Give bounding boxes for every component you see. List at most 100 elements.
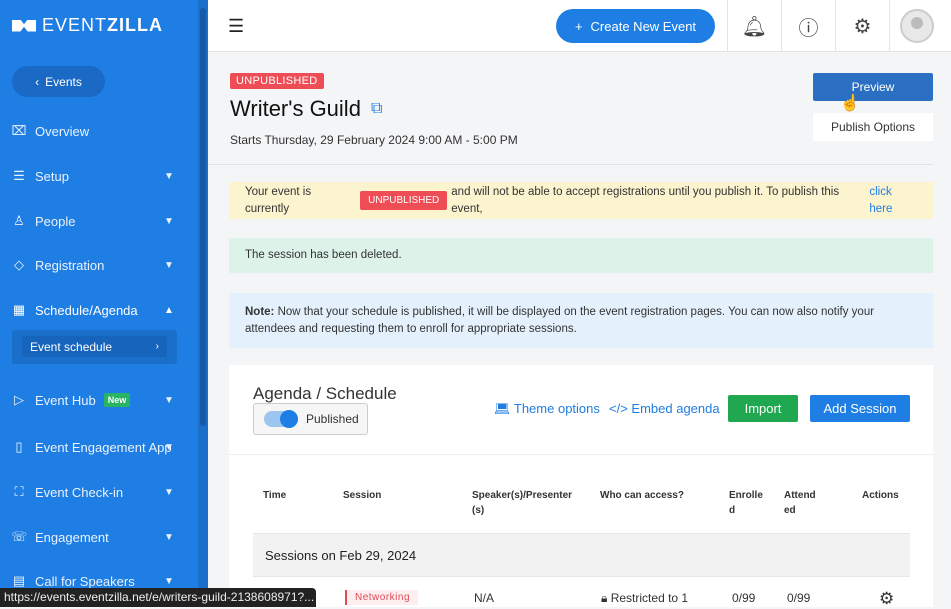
sidebar-item-label: Overview: [35, 123, 90, 139]
chevron-down-icon: ▼: [164, 441, 174, 453]
import-button[interactable]: Import: [728, 395, 798, 422]
sidebar-item-people[interactable]: ♙ People ▼: [0, 206, 198, 236]
chevron-up-icon: ▲: [164, 304, 174, 316]
session-tag: Networking: [345, 590, 419, 605]
sidebar-item-event-hub[interactable]: ▷ Event Hub New ▼: [0, 385, 198, 415]
page-scrollbar[interactable]: [933, 52, 951, 607]
chevron-down-icon: ▼: [164, 394, 174, 406]
chevron-down-icon: ▼: [164, 486, 174, 498]
sidebar-item-label: Event Check-in: [35, 484, 124, 500]
eventzilla-logo[interactable]: EVENT ZILLA: [12, 15, 163, 36]
sidebar-item-label: Event Hub: [35, 392, 96, 408]
hamburger-menu-icon[interactable]: ☰: [228, 16, 244, 37]
back-to-events-button[interactable]: ‹ Events: [12, 66, 105, 97]
sidebar-scrollbar-thumb[interactable]: [200, 8, 206, 426]
status-bar-url: https://events.eventzilla.net/e/writers-…: [0, 588, 316, 607]
sidebar-item-engagement[interactable]: ☏ Engagement ▼: [0, 522, 198, 552]
sliders-icon: ☰: [13, 168, 25, 183]
subitem-label: Event schedule: [30, 339, 113, 354]
logo-text: EVENT: [42, 15, 108, 35]
chat-icon: ☏: [11, 529, 28, 544]
clipboard-icon: ▤: [12, 573, 26, 588]
back-label: Events: [45, 74, 82, 89]
event-title: Writer's Guild: [230, 96, 361, 121]
chevron-down-icon: ▼: [164, 531, 174, 543]
logo-text-bold: ZILLA: [107, 15, 164, 35]
lock-icon: 🔒︎: [601, 591, 611, 605]
column-header-enrolled: Enrolled: [729, 490, 763, 516]
new-badge: New: [103, 393, 131, 407]
event-header: UNPUBLISHED Writer's Guild ⧉ Starts Thurs…: [208, 52, 933, 165]
sidebar-item-setup[interactable]: ☰ Setup ▼: [0, 161, 198, 191]
notifications-bell-icon[interactable]: 🔔︎: [727, 0, 781, 52]
column-header-actions: Actions: [862, 490, 899, 501]
embed-agenda-link[interactable]: </> Embed agenda: [609, 401, 720, 416]
sidebar-item-label: Setup: [35, 168, 69, 184]
ticket-icon: ◇: [14, 257, 24, 272]
chevron-down-icon: ▼: [164, 170, 174, 182]
agenda-title: Agenda / Schedule: [253, 384, 397, 403]
column-header-attended: Attended: [784, 490, 816, 516]
theme-label: Theme options: [513, 401, 600, 416]
sidebar-item-label: Event Engagement App: [35, 439, 172, 455]
theme-options-link[interactable]: 💻︎ Theme options: [494, 401, 600, 417]
scan-icon: ⛶: [14, 484, 24, 499]
unpublished-alert: Your event is currently UNPUBLISHED and wi…: [229, 182, 933, 219]
avatar-icon: [899, 9, 934, 43]
divider: [229, 454, 933, 455]
chevron-down-icon: ▼: [164, 575, 174, 587]
create-label: Create New Event: [590, 18, 697, 34]
logo-mark-icon: [12, 19, 36, 32]
toggle-switch[interactable]: [264, 410, 298, 428]
agenda-card: Agenda / Schedule Published 💻︎ Theme opt…: [229, 365, 933, 609]
status-badge: UNPUBLISHED: [230, 73, 324, 89]
session-actions-gear-icon[interactable]: ⚙: [879, 589, 894, 609]
column-header-speakers: Speaker(s)/Presenter(s): [472, 490, 573, 516]
chevron-down-icon: ▼: [164, 259, 174, 271]
chart-monitor-icon: ⌧: [11, 123, 27, 138]
sidebar-item-event-check-in[interactable]: ⛶ Event Check-in ▼: [0, 477, 198, 507]
session-group-header: Sessions on Feb 29, 2024: [253, 533, 910, 577]
sidebar-item-overview[interactable]: ⌧ Overview: [0, 116, 198, 146]
phone-icon: ▯: [15, 439, 23, 454]
publish-options-button[interactable]: Publish Options: [813, 113, 933, 141]
cell-access: 🔒︎ Restricted to 1: [601, 591, 688, 606]
session-deleted-alert: The session has been deleted.: [229, 238, 933, 273]
help-question-icon[interactable]: ⓘ: [781, 0, 835, 52]
cell-enrolled: 0/99: [732, 591, 756, 605]
laptop-icon: 💻︎: [494, 401, 514, 416]
sidebar-item-label: Call for Speakers: [35, 573, 135, 589]
alert-text: and will not be able to accept registrat…: [451, 185, 840, 215]
cell-speaker: N/A: [474, 591, 495, 605]
add-session-button[interactable]: Add Session: [810, 395, 910, 422]
chevron-down-icon: ▼: [164, 215, 174, 227]
publish-click-here-link[interactable]: click here: [869, 184, 917, 218]
settings-gear-icon[interactable]: ⚙: [835, 0, 889, 52]
page-title: Writer's Guild ⧉: [230, 96, 382, 122]
cell-attended: 0/99: [787, 591, 811, 605]
sidebar-item-label: Engagement: [35, 529, 109, 545]
topbar: ☰ + Create New Event 🔔︎ ⓘ ⚙: [208, 0, 951, 52]
access-text: Restricted to 1: [610, 591, 689, 605]
schedule-submenu: Event schedule ›: [12, 330, 177, 364]
sidebar-item-schedule-agenda[interactable]: ▦ Schedule/Agenda ▲: [0, 295, 198, 325]
sidebar-item-label: Schedule/Agenda: [35, 302, 138, 318]
sidebar-item-registration[interactable]: ◇ Registration ▼: [0, 250, 198, 280]
sidebar-item-event-engagement-app[interactable]: ▯ Event Engagement App ▼: [0, 432, 198, 462]
chevron-left-icon: ‹: [35, 74, 40, 89]
user-avatar[interactable]: [889, 0, 943, 52]
hand-cursor-icon: ☝: [840, 95, 860, 112]
note-label: Note:: [245, 305, 275, 318]
calendar-icon: ▦: [12, 302, 26, 317]
play-icon: ▷: [14, 392, 24, 407]
create-new-event-button[interactable]: + Create New Event: [556, 9, 715, 43]
event-dates: Starts Thursday, 29 February 2024 9:00 A…: [230, 133, 518, 147]
note-alert: Note: Now that your schedule is publishe…: [229, 293, 933, 348]
column-header-session: Session: [343, 490, 382, 501]
sidebar-subitem-event-schedule[interactable]: Event schedule ›: [22, 336, 167, 357]
published-toggle[interactable]: Published: [253, 403, 368, 435]
preview-button[interactable]: Preview: [813, 73, 933, 101]
user-icon: ♙: [13, 213, 25, 228]
unpublished-pill: UNPUBLISHED: [360, 191, 448, 210]
copy-icon[interactable]: ⧉: [371, 100, 382, 118]
